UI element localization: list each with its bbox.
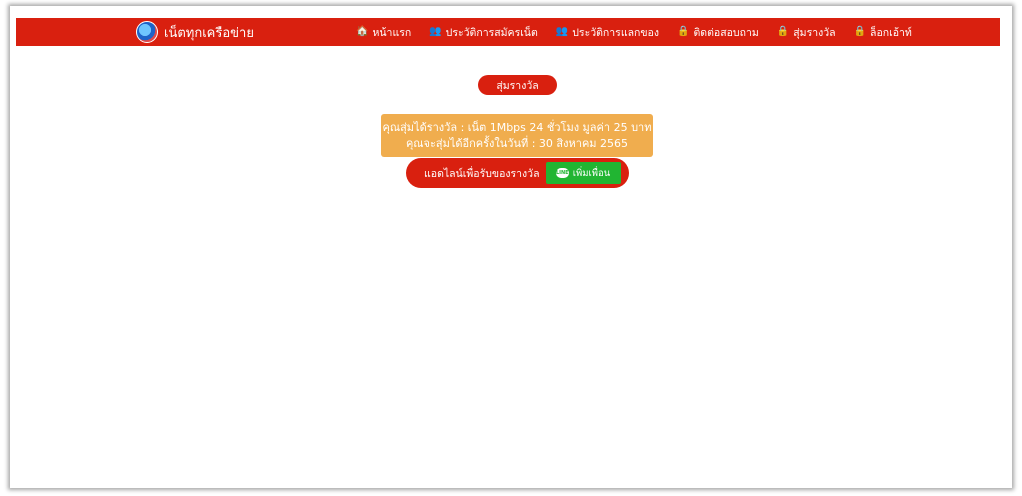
nav-item-label: สุ่มรางวัล	[793, 26, 836, 39]
users-icon: 👥	[429, 26, 442, 37]
nav-item-exchange-history[interactable]: 👥 ประวัติการแลกของ	[556, 24, 659, 41]
nav-item-logout[interactable]: 🔒 ล็อกเอ้าท์	[854, 24, 912, 41]
nav-item-label: ติดต่อสอบถาม	[693, 26, 759, 39]
nav-links: 🏠 หน้าแรก 👥 ประวัติการสมัครเน็ต 👥 ประวัต…	[356, 23, 912, 41]
brand[interactable]: เน็ตทุกเครือข่าย	[136, 21, 254, 43]
lock-icon: 🔒	[776, 26, 790, 37]
next-draw-date-line: คุณจะสุ่มได้อีกครั้งในวันที่ : 30 สิงหาค…	[405, 136, 629, 150]
line-icon: LINE	[555, 168, 569, 178]
nav-item-label: ประวัติการสมัครเน็ต	[445, 26, 538, 39]
prize-result-alert: คุณสุ่มได้รางวัล : เน็ต 1Mbps 24 ชั่วโมง…	[381, 114, 653, 157]
add-friend-button[interactable]: LINE เพิ่มเพื่อน	[545, 162, 621, 184]
home-icon: 🏠	[356, 26, 369, 37]
nav-item-label: ล็อกเอ้าท์	[870, 26, 912, 39]
nav-item-label: ประวัติการแลกของ	[572, 26, 659, 39]
nav-item-random-prize[interactable]: 🔒 สุ่มรางวัล	[777, 24, 836, 41]
nav-item-home[interactable]: 🏠 หน้าแรก	[356, 24, 411, 41]
nav-item-net-history[interactable]: 👥 ประวัติการสมัครเน็ต	[429, 24, 538, 41]
add-friend-label: เพิ่มเพื่อน	[572, 167, 611, 179]
nav-item-label: หน้าแรก	[372, 26, 412, 39]
prize-result-line: คุณสุ่มได้รางวัล : เน็ต 1Mbps 24 ชั่วโมง…	[382, 120, 652, 134]
line-add-friend-bar: แอดไลน์เพื่อรับของรางวัล LINE เพิ่มเพื่อ…	[406, 158, 629, 188]
users-icon: 👥	[555, 26, 569, 37]
nav-item-contact[interactable]: 🔒 ติดต่อสอบถาม	[677, 24, 759, 41]
random-prize-button[interactable]: สุ่มรางวัล	[478, 75, 557, 95]
lock-icon: 🔒	[853, 26, 867, 37]
lock-icon: 🔒	[677, 26, 690, 37]
globe-logo-icon	[136, 21, 158, 43]
top-navbar: เน็ตทุกเครือข่าย 🏠 หน้าแรก 👥 ประวัติการส…	[16, 18, 1000, 46]
brand-title: เน็ตทุกเครือข่าย	[164, 25, 254, 41]
line-cta-text: แอดไลน์เพื่อรับของรางวัล	[424, 167, 540, 180]
